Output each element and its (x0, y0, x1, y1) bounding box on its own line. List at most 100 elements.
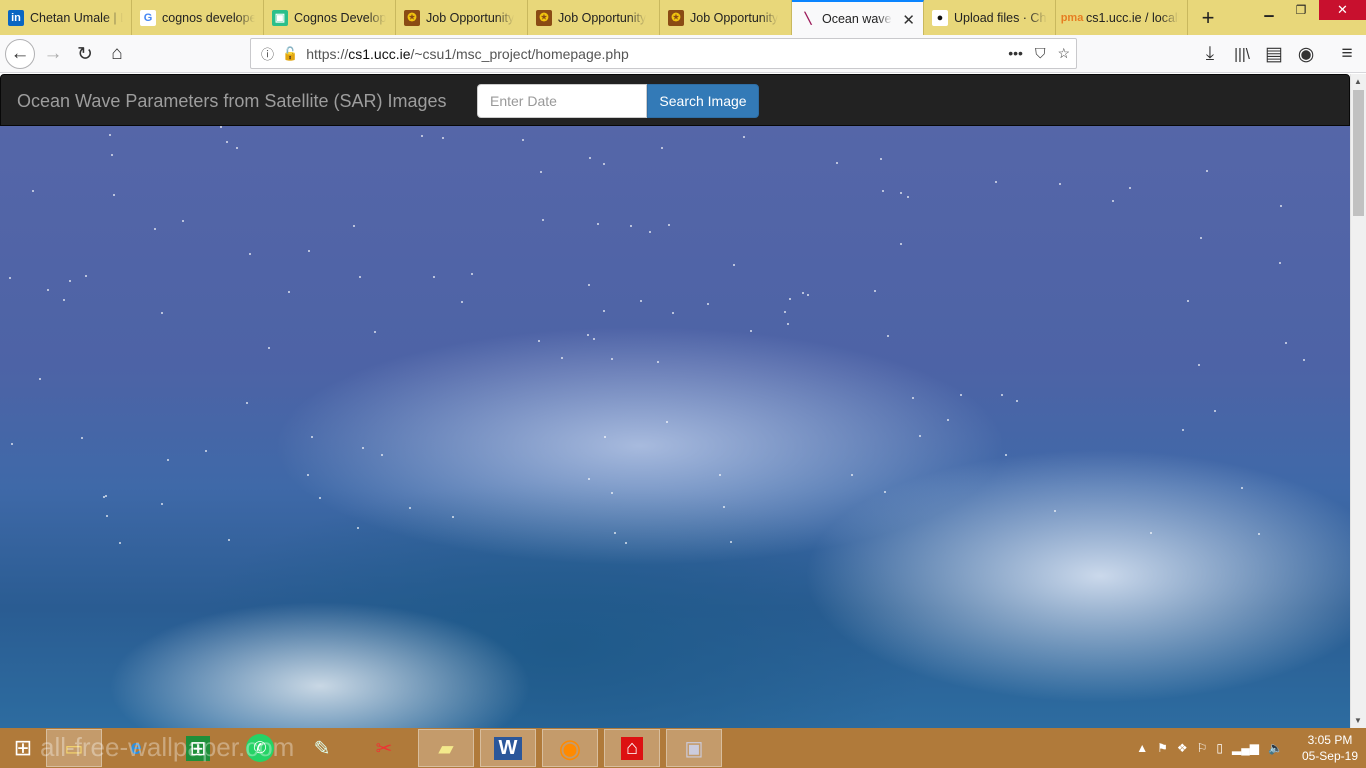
bookmark-star-icon[interactable]: ☆ (1057, 45, 1070, 62)
spray-droplet (308, 250, 310, 252)
spray-droplet (884, 491, 886, 493)
feather-icon: ╲ (804, 13, 812, 25)
spray-droplet (359, 276, 361, 278)
forward-button[interactable]: → (38, 39, 68, 69)
spray-droplet (226, 141, 228, 143)
scrollbar-thumb[interactable] (1353, 90, 1364, 216)
url-scheme: https:// (306, 45, 349, 62)
scroll-down-icon[interactable]: ▼ (1354, 716, 1362, 725)
home-button[interactable]: ⌂ (102, 39, 132, 69)
taskbar-clock[interactable]: 3:05 PM 05-Sep-19 (1302, 732, 1358, 764)
windows-logo-icon: ⊞ (13, 735, 33, 760)
spray-droplet (912, 397, 914, 399)
spray-droplet (105, 495, 107, 497)
dropbox-icon[interactable]: ❖ (1177, 741, 1188, 755)
scroll-up-icon[interactable]: ▲ (1354, 77, 1362, 86)
library-button[interactable]: |||\ (1227, 39, 1257, 69)
url-path: /~csu1/msc_project/homepage.php (410, 45, 629, 62)
language-icon[interactable]: ⚑ (1157, 741, 1168, 755)
notepad-taskbar-item[interactable]: ✎ (294, 729, 350, 767)
system-tray: ▲ ⚑ ❖ ⚐ ▯ ▂▄▆ 🔈 3:05 PM 05-Sep-19 (1136, 728, 1358, 768)
spray-droplet (1059, 183, 1061, 185)
github-icon: ● (932, 9, 948, 26)
remote-app-taskbar-item[interactable]: ▣ (666, 729, 722, 767)
snipping-tool-taskbar-item[interactable]: ✂ (356, 729, 412, 767)
word-icon: W (493, 736, 523, 760)
spray-droplet (1279, 262, 1281, 264)
close-tab-icon[interactable]: ✕ (902, 11, 915, 29)
account-button[interactable]: ◉ (1291, 39, 1321, 69)
spray-droplet (657, 361, 659, 363)
new-tab-button[interactable]: + (1188, 0, 1228, 35)
date-input[interactable] (477, 84, 647, 118)
lock-warning-icon[interactable]: 🔓 (282, 46, 298, 62)
spray-droplet (311, 436, 313, 438)
tab-2[interactable]: ▣ Cognos Develop (264, 0, 396, 35)
minimize-icon[interactable]: ▁ (1254, 0, 1284, 20)
network-icon[interactable]: ▂▄▆ (1232, 741, 1259, 755)
tab-label: Upload files · Che (954, 10, 1047, 25)
action-center-flag-icon[interactable]: ⚐ (1197, 741, 1208, 755)
whatsapp-taskbar-item[interactable]: ✆ (232, 729, 288, 767)
spray-droplet (784, 311, 786, 313)
internet-explorer-taskbar-item[interactable]: e (108, 729, 164, 767)
spray-droplet (880, 158, 882, 160)
windows-start-button[interactable]: ⊞ (0, 728, 46, 768)
tab-8[interactable]: pma cs1.ucc.ie / localh (1056, 0, 1188, 35)
sticky-notes-taskbar-item[interactable]: ▰ (418, 729, 474, 767)
spray-droplet (32, 190, 34, 192)
store-taskbar-item[interactable]: ⊞ (170, 729, 226, 767)
spray-droplet (1198, 364, 1200, 366)
page-actions-icon[interactable]: ••• (1008, 45, 1023, 62)
word-taskbar-item[interactable]: W (480, 729, 536, 767)
pocket-icon[interactable]: ⛉ (1035, 45, 1046, 62)
downloads-button[interactable]: ⤓ (1195, 39, 1225, 69)
spray-droplet (442, 137, 444, 139)
power-icon[interactable]: ▯ (1216, 741, 1223, 755)
spray-droplet (288, 291, 290, 293)
spray-droplet (167, 459, 169, 461)
arrow-left-icon: ← (10, 43, 30, 64)
page-title[interactable]: Ocean Wave Parameters from Satellite (SA… (17, 91, 446, 112)
tab-5[interactable]: ✪ Job Opportunity (660, 0, 792, 35)
search-image-button[interactable]: Search Image (647, 84, 759, 118)
clock-date: 05-Sep-19 (1301, 749, 1358, 763)
tab-1[interactable]: Gcognos develope (132, 0, 264, 35)
tab-7[interactable]: ● Upload files · Che (924, 0, 1056, 35)
tab-3[interactable]: ✪ Job Opportunity (396, 0, 528, 35)
restore-icon[interactable]: ❐ (1286, 0, 1316, 20)
file-explorer-taskbar-item[interactable]: ▭ (46, 729, 102, 767)
spray-droplet (995, 181, 997, 183)
spray-droplet (719, 474, 721, 476)
spray-droplet (589, 157, 591, 159)
volume-icon[interactable]: 🔈 (1268, 741, 1283, 755)
spray-droplet (1112, 200, 1114, 202)
reload-button[interactable]: ↻ (70, 39, 100, 69)
spray-droplet (802, 292, 804, 294)
download-icon: ⤓ (1205, 43, 1215, 64)
spray-droplet (47, 289, 49, 291)
firefox-taskbar-item[interactable]: ◉ (542, 729, 598, 767)
acrobat-taskbar-item[interactable]: ⌂ (604, 729, 660, 767)
tab-6[interactable]: ╲ Ocean wave p ✕ (792, 0, 924, 35)
url-bar[interactable]: ⓘ 🔓 https://cs1.ucc.ie/~csu1/msc_project… (250, 38, 1077, 69)
tab-list: in Chetan Umale | L Gcognos develope ▣ Cogno… (0, 0, 1188, 35)
tab-0[interactable]: in Chetan Umale | L (0, 0, 132, 35)
tab-4[interactable]: ✪ Job Opportunity (528, 0, 660, 35)
tab-label: cognos develope (162, 10, 255, 25)
spray-droplet (1005, 454, 1007, 456)
menu-button[interactable]: ≡ (1332, 39, 1362, 69)
sidebar-button[interactable]: ▤ (1259, 39, 1289, 69)
google-icon: G (140, 9, 156, 26)
spray-droplet (960, 394, 962, 396)
window-close-icon[interactable]: ✕ (1319, 0, 1366, 20)
spray-droplet (874, 290, 876, 292)
web-page: Ocean Wave Parameters from Satellite (SA… (0, 74, 1350, 728)
spray-droplet (672, 312, 674, 314)
show-hidden-icons-icon[interactable]: ▲ (1136, 741, 1148, 755)
back-button[interactable]: ← (5, 39, 35, 69)
spray-droplet (154, 228, 156, 230)
page-scrollbar[interactable]: ▲ ▼ (1350, 74, 1366, 728)
info-icon[interactable]: ⓘ (261, 44, 274, 63)
spray-droplet (319, 497, 321, 499)
